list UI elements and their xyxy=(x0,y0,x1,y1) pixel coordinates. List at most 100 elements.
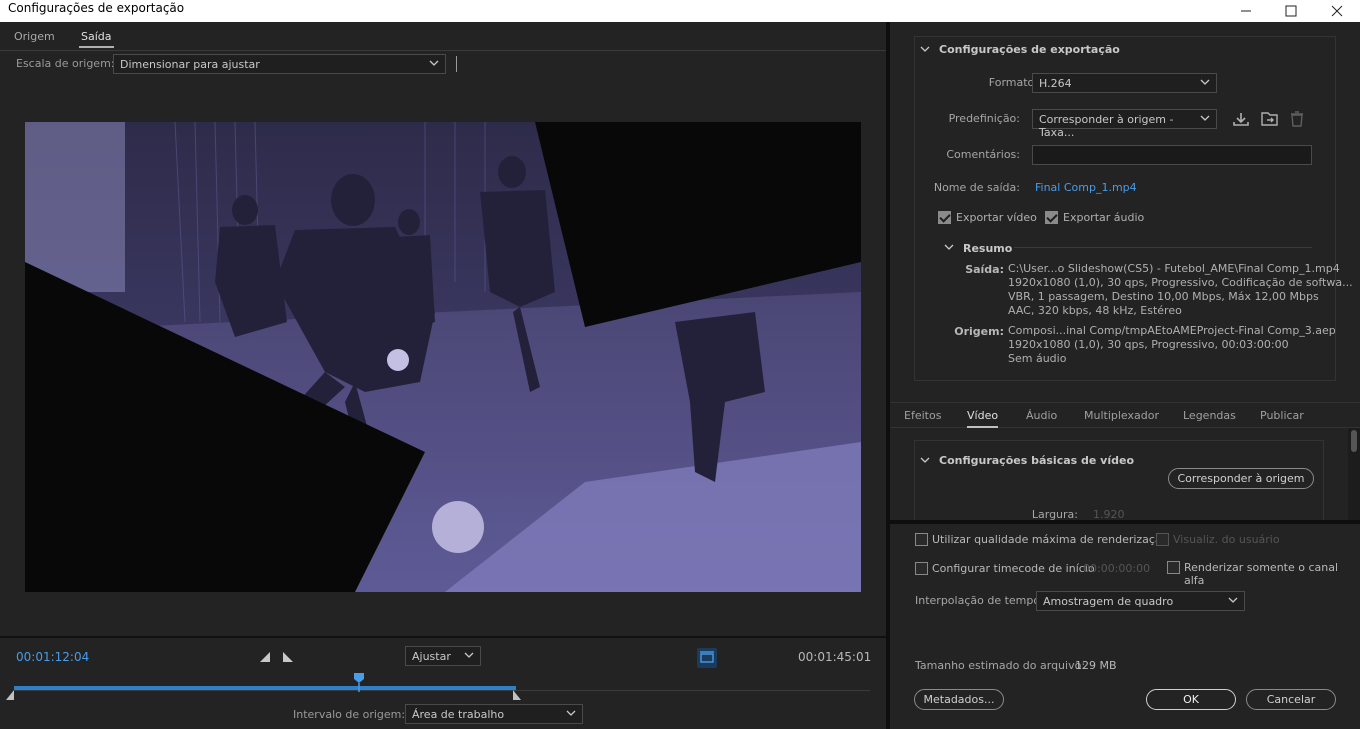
chevron-down-icon xyxy=(1200,115,1210,121)
file-size-label: Tamanho estimado do arquivo: xyxy=(915,659,1086,672)
match-source-button[interactable]: Corresponder à origem xyxy=(1168,468,1314,489)
work-area-icon xyxy=(700,651,714,663)
export-video-label: Exportar vídeo xyxy=(956,211,1037,224)
chevron-down-icon xyxy=(566,710,576,716)
tab-saida[interactable]: Saída xyxy=(79,30,114,48)
chevron-down-icon xyxy=(464,652,474,658)
summary-source-line: Composi...inal Comp/tmpAEtoAMEProject-Fi… xyxy=(1008,324,1336,337)
time-interp-value: Amostragem de quadro xyxy=(1043,595,1174,608)
max-quality-label: Utilizar qualidade máxima de renderizaçã… xyxy=(932,533,1169,546)
output-name-label: Nome de saída: xyxy=(933,181,1020,194)
time-interp-label: Interpolação de tempo: xyxy=(915,594,1044,607)
current-timecode[interactable]: 00:01:12:04 xyxy=(16,650,89,664)
chevron-down-icon xyxy=(1228,597,1238,603)
delete-preset-icon[interactable] xyxy=(1289,110,1305,128)
tab-divider xyxy=(0,50,886,51)
tab-efeitos[interactable]: Efeitos xyxy=(904,409,941,422)
playhead-handle[interactable] xyxy=(353,672,365,692)
work-area-bar[interactable] xyxy=(14,686,516,690)
close-button[interactable] xyxy=(1314,0,1360,22)
toolbar-separator xyxy=(456,56,457,72)
preset-dropdown[interactable]: Corresponder à origem - Taxa... xyxy=(1032,109,1217,139)
tab-origem[interactable]: Origem xyxy=(14,30,55,43)
summary-output-text: C:\User...o Slideshow(CS5) - Futebol_AME… xyxy=(1008,262,1353,318)
alpha-only-label: Renderizar somente o canal alfa xyxy=(1184,561,1339,587)
scale-value: Dimensionar para ajustar xyxy=(120,58,260,71)
minimize-button[interactable] xyxy=(1223,0,1269,22)
export-settings-title: Configurações de exportação xyxy=(939,43,1120,56)
output-name-link[interactable]: Final Comp_1.mp4 xyxy=(1035,181,1137,194)
mark-in-icon[interactable] xyxy=(260,652,270,662)
summary-source-line: 1920x1080 (1,0), 30 qps, Progressivo, 00… xyxy=(1008,338,1289,351)
save-preset-icon[interactable] xyxy=(1232,111,1250,127)
export-audio-checkbox[interactable] xyxy=(1045,211,1058,224)
summary-source-text: Composi...inal Comp/tmpAEtoAMEProject-Fi… xyxy=(1008,324,1336,366)
fit-work-area-button[interactable] xyxy=(697,648,717,668)
end-timecode: 00:01:45:01 xyxy=(798,650,872,664)
comments-input[interactable] xyxy=(1032,145,1312,165)
summary-output-line: 1920x1080 (1,0), 30 qps, Progressivo, Co… xyxy=(1008,276,1353,289)
video-preview xyxy=(25,122,861,592)
start-timecode-checkbox[interactable] xyxy=(915,562,928,575)
tab-legendas[interactable]: Legendas xyxy=(1183,409,1236,422)
chevron-down-icon xyxy=(1200,79,1210,85)
file-size-value: 129 MB xyxy=(1075,659,1117,672)
window-title: Configurações de exportação xyxy=(8,1,185,15)
tab-video[interactable]: Vídeo xyxy=(967,409,999,428)
maximize-button[interactable] xyxy=(1268,0,1314,22)
mark-out-icon[interactable] xyxy=(283,652,293,662)
start-timecode-value[interactable]: 00:00:00:00 xyxy=(1083,562,1150,575)
settings-tabs: Efeitos Vídeo Áudio Multiplexador Legend… xyxy=(890,402,1360,428)
format-dropdown[interactable]: H.264 xyxy=(1032,73,1217,93)
range-end-handle[interactable] xyxy=(513,690,523,700)
timeline-bar: 00:01:12:04 Ajustar 00:01:45:01 Interval… xyxy=(0,636,886,729)
preview-panel: Origem Saída Escala de origem: Dimension… xyxy=(0,22,886,729)
summary-output-label: Saída: xyxy=(965,263,1004,276)
scale-dropdown[interactable]: Dimensionar para ajustar xyxy=(113,54,446,74)
title-bar: Configurações de exportação xyxy=(0,0,1360,22)
tab-publicar[interactable]: Publicar xyxy=(1260,409,1304,422)
source-range-value: Área de trabalho xyxy=(412,708,505,721)
summary-divider xyxy=(1014,247,1312,248)
export-audio-label: Exportar áudio xyxy=(1063,211,1145,224)
settings-scrollbar[interactable] xyxy=(1348,428,1360,520)
summary-output-line: VBR, 1 passagem, Destino 10,00 Mbps, Máx… xyxy=(1008,290,1319,303)
tab-multiplexador[interactable]: Multiplexador xyxy=(1084,409,1159,422)
summary-output-line: C:\User...o Slideshow(CS5) - Futebol_AME… xyxy=(1008,262,1340,275)
comments-label: Comentários: xyxy=(946,148,1020,161)
summary-source-label: Origem: xyxy=(954,325,1004,338)
user-preview-checkbox[interactable] xyxy=(1156,533,1169,546)
maximize-icon xyxy=(1285,5,1297,17)
zoom-dropdown[interactable]: Ajustar xyxy=(405,646,481,666)
range-start-handle[interactable] xyxy=(6,690,16,700)
summary-output-line: AAC, 320 kbps, 48 kHz, Estéreo xyxy=(1008,304,1182,317)
video-frame-image xyxy=(25,122,861,592)
user-preview-label: Visualiz. do usuário xyxy=(1173,533,1280,546)
timeline-track-bg xyxy=(14,690,870,691)
ok-button[interactable]: OK xyxy=(1146,689,1236,710)
time-interp-dropdown[interactable]: Amostragem de quadro xyxy=(1036,591,1245,611)
summary-title: Resumo xyxy=(963,242,1013,255)
collapse-chevron-icon[interactable] xyxy=(920,44,930,54)
format-value: H.264 xyxy=(1039,77,1072,90)
cancel-button[interactable]: Cancelar xyxy=(1246,689,1336,710)
preset-label: Predefinição: xyxy=(948,112,1020,125)
export-video-checkbox[interactable] xyxy=(938,211,951,224)
import-preset-icon[interactable] xyxy=(1260,110,1280,128)
zoom-value: Ajustar xyxy=(412,650,451,663)
tab-audio[interactable]: Áudio xyxy=(1026,409,1057,422)
bottom-divider xyxy=(890,520,1360,524)
max-quality-checkbox[interactable] xyxy=(915,533,928,546)
alpha-only-checkbox[interactable] xyxy=(1167,561,1180,574)
video-basic-chevron-icon[interactable] xyxy=(920,455,930,465)
summary-source-line: Sem áudio xyxy=(1008,352,1067,365)
scrollbar-thumb[interactable] xyxy=(1351,430,1357,452)
chevron-down-icon xyxy=(429,60,439,66)
video-basic-title: Configurações básicas de vídeo xyxy=(939,454,1135,467)
scale-label: Escala de origem: xyxy=(16,57,115,70)
summary-chevron-icon[interactable] xyxy=(944,242,954,252)
minimize-icon xyxy=(1241,10,1251,12)
source-range-dropdown[interactable]: Área de trabalho xyxy=(405,704,583,724)
metadata-button[interactable]: Metadados... xyxy=(914,689,1004,710)
start-timecode-label: Configurar timecode de início xyxy=(932,562,1095,575)
